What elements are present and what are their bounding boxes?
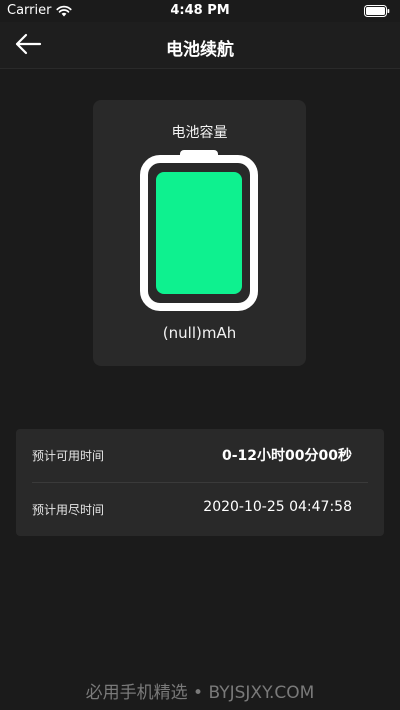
battery-capacity-value: (null)mAh <box>162 324 237 342</box>
page-title: 电池续航 <box>166 40 234 60</box>
battery-level-fill <box>156 172 242 294</box>
battery-info-card: 预计可用时间 0-12小时00分00秒 预计用尽时间 2020-10-25 04… <box>16 429 384 536</box>
estimated-available-time-value: 0-12小时00分00秒 <box>222 448 352 464</box>
estimated-depletion-time-value: 2020-10-25 04:47:58 <box>203 499 352 515</box>
status-bar: Carrier 4:48 PM <box>0 0 400 22</box>
estimated-available-time-label: 预计可用时间 <box>32 449 105 463</box>
status-battery-icon <box>364 5 390 17</box>
battery-capacity-label: 电池容量 <box>171 125 228 141</box>
watermark: 必用手机精选 • BYJSJXY.COM <box>85 683 315 703</box>
estimated-depletion-time-label: 预计用尽时间 <box>32 503 105 517</box>
battery-capacity-card: 电池容量 (null)mAh <box>93 100 306 366</box>
status-time: 4:48 PM <box>170 3 230 18</box>
battery-icon <box>140 150 258 311</box>
estimated-depletion-time-row: 预计用尽时间 2020-10-25 04:47:58 <box>16 483 384 536</box>
nav-bar: 电池续航 <box>0 22 400 69</box>
estimated-available-time-row: 预计可用时间 0-12小时00分00秒 <box>16 429 384 482</box>
